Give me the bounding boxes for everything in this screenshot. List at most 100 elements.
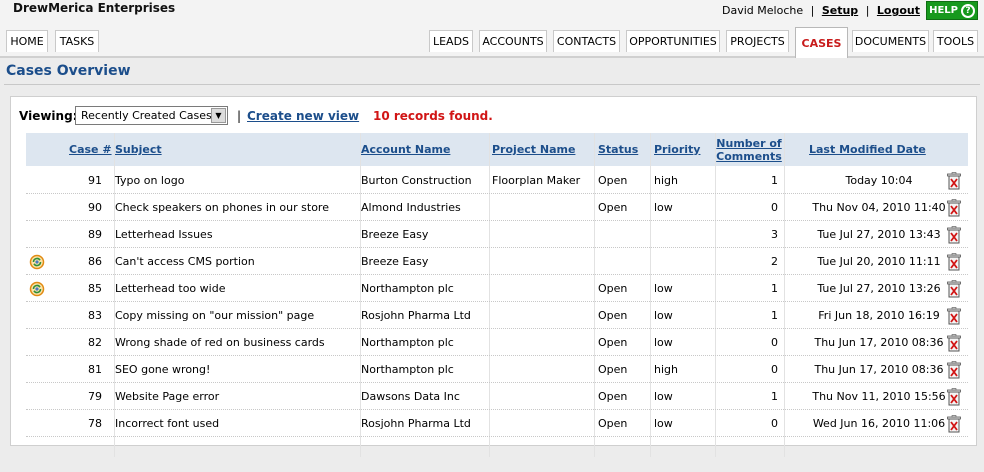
case-number: 81 xyxy=(88,363,102,376)
case-status: Open xyxy=(598,390,628,403)
col-status[interactable]: Status xyxy=(598,133,638,166)
project-name xyxy=(492,383,596,410)
delete-icon[interactable] xyxy=(946,415,962,433)
case-subject: Check speakers on phones in our store xyxy=(115,201,329,214)
account-name: Rosjohn Pharma Ltd xyxy=(361,309,471,322)
comment-count: 0 xyxy=(771,336,778,349)
table-row[interactable]: 83 Copy missing on "our mission" page Rosj… xyxy=(26,302,968,329)
case-subject: Can't access CMS portion xyxy=(115,255,255,268)
view-select[interactable]: Recently Created Cases ▼ xyxy=(75,106,228,125)
delete-icon[interactable] xyxy=(946,307,962,325)
case-status xyxy=(598,221,652,248)
account-name: Almond Industries xyxy=(361,201,461,214)
tab-projects[interactable]: PROJECTS xyxy=(726,30,789,52)
table-row[interactable]: 89 Letterhead Issues Breeze Easy 3 Tue Jul 2… xyxy=(26,221,968,248)
setup-link[interactable]: Setup xyxy=(822,4,858,17)
delete-icon[interactable] xyxy=(946,253,962,271)
col-comments-line2: Comments xyxy=(716,149,782,163)
create-new-view-link[interactable]: Create new view xyxy=(247,109,359,123)
account-name: Burton Construction xyxy=(361,174,472,187)
table-row[interactable]: 79 Website Page error Dawsons Data Inc Open… xyxy=(26,383,968,410)
table-row[interactable]: 90 Check speakers on phones in our store A… xyxy=(26,194,968,221)
comment-count: 3 xyxy=(771,228,778,241)
separator: | xyxy=(865,4,870,17)
separator: | xyxy=(810,4,815,17)
delete-icon[interactable] xyxy=(946,199,962,217)
project-name xyxy=(492,410,596,437)
tab-accounts[interactable]: ACCOUNTS xyxy=(479,30,547,52)
col-priority[interactable]: Priority xyxy=(654,133,700,166)
account-name: Northampton plc xyxy=(361,363,454,376)
case-status: Open xyxy=(598,363,628,376)
question-icon: ? xyxy=(961,3,975,18)
tab-contacts[interactable]: CONTACTS xyxy=(553,30,620,52)
title-divider xyxy=(4,84,980,85)
case-priority: low xyxy=(654,282,673,295)
tab-tasks[interactable]: TASKS xyxy=(55,30,99,52)
case-priority xyxy=(654,248,714,275)
account-name: Northampton plc xyxy=(361,336,454,349)
tab-leads[interactable]: LEADS xyxy=(429,30,473,52)
table-row[interactable]: 81 SEO gone wrong! Northampton plc Open high… xyxy=(26,356,968,383)
delete-icon[interactable] xyxy=(946,172,962,190)
sync-icon xyxy=(29,281,45,297)
user-bar: David Meloche | Setup | Logout xyxy=(722,4,920,17)
col-number-of-comments[interactable]: Number of Comments xyxy=(716,133,782,166)
col-subject[interactable]: Subject xyxy=(115,133,162,166)
col-comments-line1: Number of xyxy=(716,136,782,150)
comment-count: 1 xyxy=(771,390,778,403)
comment-count: 0 xyxy=(771,417,778,430)
col-project-name[interactable]: Project Name xyxy=(492,133,575,166)
case-priority: high xyxy=(654,174,678,187)
case-subject: Typo on logo xyxy=(115,174,185,187)
separator: | xyxy=(237,109,242,123)
case-status: Open xyxy=(598,417,628,430)
case-priority: low xyxy=(654,417,673,430)
account-name: Breeze Easy xyxy=(361,255,429,268)
delete-icon[interactable] xyxy=(946,361,962,379)
case-priority: low xyxy=(654,336,673,349)
account-name: Northampton plc xyxy=(361,282,454,295)
table-row[interactable]: 91 Typo on logo Burton Construction Floorpl… xyxy=(26,167,968,194)
delete-icon[interactable] xyxy=(946,334,962,352)
delete-icon[interactable] xyxy=(946,280,962,298)
case-subject: Copy missing on "our mission" page xyxy=(115,309,315,322)
project-name xyxy=(492,221,596,248)
tab-home[interactable]: HOME xyxy=(6,30,48,52)
tab-opportunities[interactable]: OPPORTUNITIES xyxy=(626,30,720,52)
table-header: Case # Subject Account Name Project Name… xyxy=(26,133,968,166)
case-status: Open xyxy=(598,309,628,322)
col-account-name[interactable]: Account Name xyxy=(361,133,450,166)
tab-tools[interactable]: TOOLS xyxy=(933,30,978,52)
case-number: 83 xyxy=(88,309,102,322)
table-row[interactable]: 85 Letterhead too wide Northampton plc Open… xyxy=(26,275,968,302)
case-status: Open xyxy=(598,282,628,295)
case-status xyxy=(598,248,652,275)
help-button[interactable]: HELP ? xyxy=(926,1,978,20)
case-priority: low xyxy=(654,390,673,403)
case-number: 85 xyxy=(88,282,102,295)
case-number: 90 xyxy=(88,201,102,214)
logout-link[interactable]: Logout xyxy=(877,4,920,17)
table-row[interactable]: 86 Can't access CMS portion Breeze Easy 2 Tu… xyxy=(26,248,968,275)
comment-count: 0 xyxy=(771,363,778,376)
col-case-number[interactable]: Case # xyxy=(69,133,112,166)
comment-count: 0 xyxy=(771,201,778,214)
delete-icon[interactable] xyxy=(946,388,962,406)
tab-documents[interactable]: DOCUMENTS xyxy=(852,30,929,52)
case-priority: high xyxy=(654,363,678,376)
table-row[interactable]: 82 Wrong shade of red on business cards No… xyxy=(26,329,968,356)
tab-cases[interactable]: CASES xyxy=(795,27,848,58)
delete-icon[interactable] xyxy=(946,226,962,244)
case-number: 79 xyxy=(88,390,102,403)
case-priority xyxy=(654,221,714,248)
view-select-value: Recently Created Cases xyxy=(81,109,212,122)
col-last-modified-date[interactable]: Last Modified Date xyxy=(809,133,926,166)
table-row[interactable]: 78 Incorrect font used Rosjohn Pharma Ltd O… xyxy=(26,410,968,437)
sync-icon xyxy=(29,254,45,270)
case-subject: Letterhead Issues xyxy=(115,228,213,241)
project-name xyxy=(492,302,596,329)
case-subject: Wrong shade of red on business cards xyxy=(115,336,325,349)
case-subject: SEO gone wrong! xyxy=(115,363,211,376)
dropdown-arrow-icon[interactable]: ▼ xyxy=(211,108,226,123)
